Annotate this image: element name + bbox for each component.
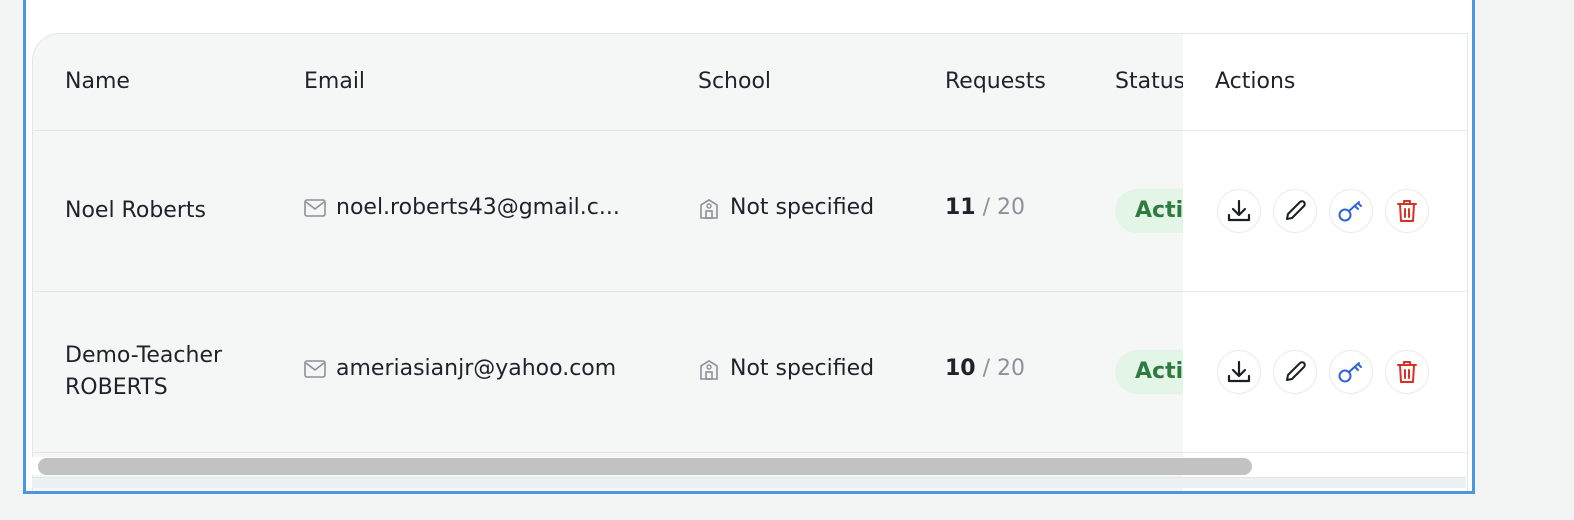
download-button[interactable]	[1217, 189, 1261, 233]
requests-limit: 20	[997, 195, 1026, 220]
key-icon	[1338, 201, 1362, 222]
table-frame: Name Email School Requests Status Noel R…	[23, 0, 1475, 494]
requests-limit: 20	[997, 356, 1026, 381]
email-text: ameriasianjr@yahoo.com	[336, 356, 617, 381]
delete-button[interactable]	[1385, 350, 1429, 394]
requests-used: 10	[945, 356, 976, 381]
user-name: Demo-Teacher ROBERTS	[65, 343, 223, 400]
delete-button[interactable]	[1385, 189, 1429, 233]
edit-button[interactable]	[1273, 350, 1317, 394]
actions-column	[1183, 34, 1467, 491]
pencil-icon	[1286, 361, 1306, 381]
mail-icon	[304, 198, 326, 217]
user-school: Not specified	[698, 195, 874, 220]
trash-icon	[1397, 361, 1417, 383]
school-text: Not specified	[730, 356, 875, 381]
school-building-icon	[700, 198, 718, 219]
reset-key-button[interactable]	[1329, 189, 1373, 233]
requests-count: 10 / 20	[945, 356, 1025, 381]
column-header-actions: Actions	[1215, 69, 1296, 94]
scrollbar-thumb[interactable]	[38, 458, 1252, 475]
mail-icon	[304, 359, 326, 378]
user-email: ameriasianjr@yahoo.com	[304, 356, 616, 381]
column-header-status[interactable]: Status	[1115, 69, 1185, 94]
download-icon	[1227, 360, 1251, 383]
requests-used: 11	[945, 195, 976, 220]
requests-separator: /	[982, 356, 991, 381]
user-name: Noel Roberts	[65, 198, 206, 223]
requests-separator: /	[982, 195, 991, 220]
download-button[interactable]	[1217, 350, 1261, 394]
key-icon	[1338, 362, 1362, 383]
edit-button[interactable]	[1273, 189, 1317, 233]
users-table: Name Email School Requests Status Noel R…	[32, 33, 1468, 491]
reset-key-button[interactable]	[1329, 350, 1373, 394]
column-header-school[interactable]: School	[698, 69, 771, 94]
school-building-icon	[700, 359, 718, 380]
column-header-requests[interactable]: Requests	[945, 69, 1046, 94]
email-text: noel.roberts43@gmail.c...	[336, 195, 620, 220]
table-footer-edge	[32, 477, 1466, 488]
trash-icon	[1397, 200, 1417, 222]
column-header-email[interactable]: Email	[304, 69, 365, 94]
pencil-icon	[1286, 200, 1306, 220]
user-email: noel.roberts43@gmail.c...	[304, 195, 620, 220]
user-school: Not specified	[698, 356, 874, 381]
column-header-name[interactable]: Name	[65, 69, 130, 94]
requests-count: 11 / 20	[945, 195, 1025, 220]
school-text: Not specified	[730, 195, 875, 220]
download-icon	[1227, 199, 1251, 222]
